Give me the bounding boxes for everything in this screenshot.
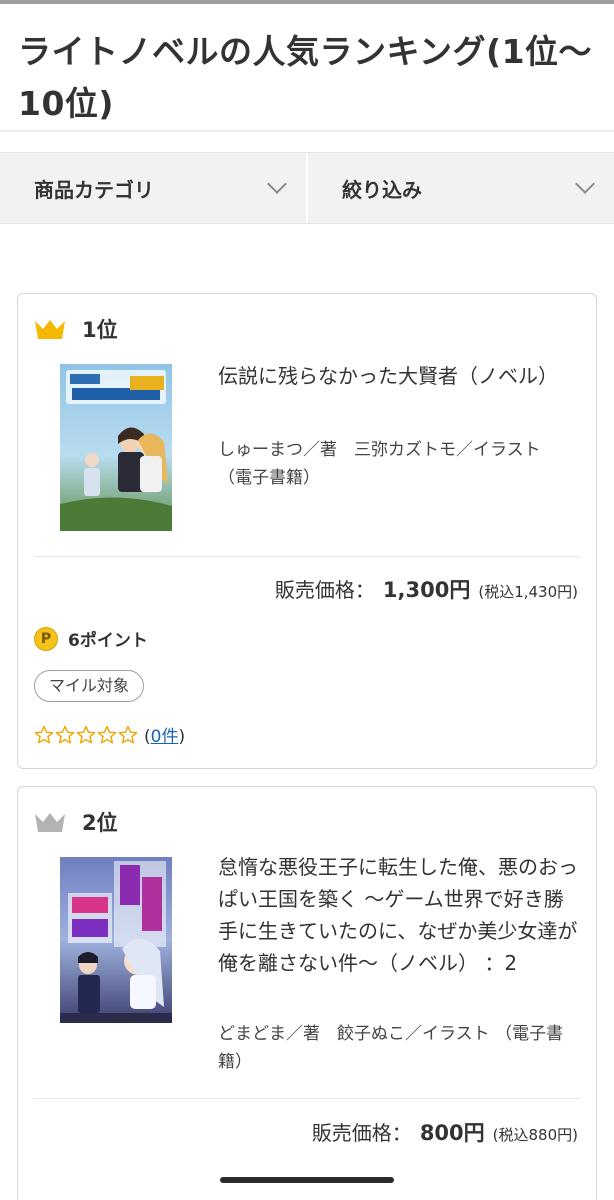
point-row: P 6ポイント (34, 626, 148, 651)
review-count: (0件) (144, 722, 185, 747)
review-count-link[interactable]: 0件 (151, 727, 179, 747)
review-open-paren: ( (144, 727, 151, 747)
category-filter-label: 商品カテゴリ (34, 177, 154, 202)
book-title-link[interactable]: 伝説に残らなかった大賢者（ノベル） (218, 360, 578, 392)
price-row: 販売価格： 800円 (税込880円) (312, 1117, 578, 1147)
refine-filter-label: 絞り込み (342, 177, 422, 202)
category-filter-button[interactable]: 商品カテゴリ (0, 153, 306, 223)
page-title: ライトノベルの人気ランキング(1位〜10位) (18, 32, 593, 123)
refine-filter-button[interactable]: 絞り込み (306, 153, 614, 223)
home-indicator[interactable] (220, 1177, 394, 1183)
silver-crown-icon (35, 813, 65, 832)
price-label: 販売価格： (311, 1121, 412, 1145)
ranking-item-card[interactable]: 2位 怠惰な悪役王子に転生した俺、悪のおっぱい王国を築く 〜ゲーム世界で好き勝手… (17, 786, 597, 1200)
star-empty-icon (97, 725, 117, 743)
chevron-down-icon (575, 174, 595, 194)
book-cover-image[interactable] (60, 364, 172, 531)
book-cover-image[interactable] (60, 857, 172, 1023)
chevron-down-icon (267, 174, 287, 194)
title-divider (0, 130, 614, 132)
rank-row: 1位 (34, 314, 118, 344)
star-empty-icon (76, 725, 96, 743)
filter-bar: 商品カテゴリ 絞り込み (0, 152, 614, 224)
price-value: 1,300円 (382, 578, 471, 602)
mile-badge: マイル対象 (34, 670, 145, 702)
item-divider (34, 556, 580, 557)
point-text: 6ポイント (68, 631, 148, 651)
rank-label: 2位 (82, 811, 118, 835)
item-divider (34, 1098, 580, 1099)
review-close-paren: ) (178, 727, 186, 747)
ranking-item-card[interactable]: 1位 伝説に残らなかった大賢者（ノベル） しゅーまつ／著 三弥カズトモ／イラスト… (17, 293, 597, 769)
status-bar-edge (0, 0, 614, 4)
star-empty-icon (118, 725, 138, 743)
rank-label: 1位 (82, 318, 118, 342)
rating-row: (0件) (34, 722, 185, 747)
star-rating (34, 725, 138, 745)
book-author: しゅーまつ／著 三弥カズトモ／イラスト （電子書籍） (218, 440, 541, 488)
book-author: どまどま／著 餃子ぬこ／イラスト （電子書籍） (218, 1024, 564, 1072)
book-title-link[interactable]: 怠惰な悪役王子に転生した俺、悪のおっぱい王国を築く 〜ゲーム世界で好き勝手に生き… (218, 851, 578, 979)
point-coin-icon: P (34, 626, 58, 651)
price-row: 販売価格： 1,300円 (税込1,430円) (275, 574, 578, 604)
gold-crown-icon (35, 320, 65, 339)
price-label: 販売価格： (274, 578, 375, 602)
rank-row: 2位 (34, 807, 118, 837)
star-empty-icon (55, 725, 75, 743)
price-tax: (税込880円) (492, 1126, 578, 1144)
star-empty-icon (34, 725, 54, 743)
price-value: 800円 (419, 1121, 485, 1145)
price-tax: (税込1,430円) (478, 583, 578, 601)
